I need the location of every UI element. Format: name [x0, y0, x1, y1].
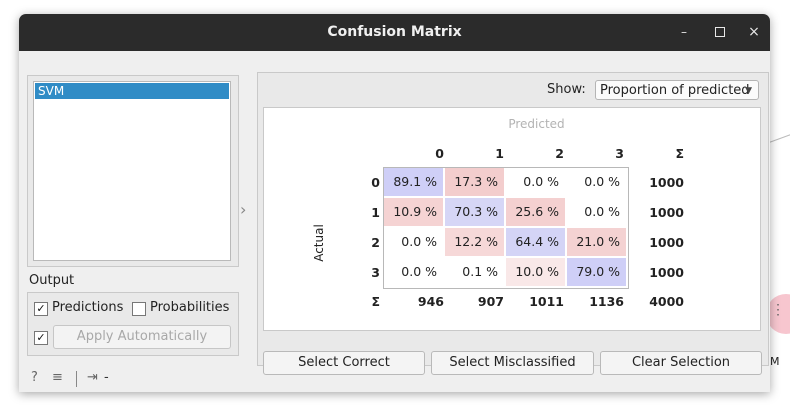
output-frame: ✓ Predictions Probabilities ✓ Apply Auto…: [27, 292, 239, 356]
maximize-button[interactable]: [711, 23, 729, 41]
matrix-cell[interactable]: 79.0 %: [567, 258, 626, 286]
background-node-icon: ⋮⋮: [771, 302, 790, 318]
matrix-cell[interactable]: 12.2 %: [445, 228, 504, 256]
status-bar: ? ≡ ⇥ -: [19, 370, 770, 390]
matrix-cell[interactable]: 0.0 %: [567, 198, 626, 226]
matrix-cell[interactable]: 70.3 %: [445, 198, 504, 226]
predictions-label[interactable]: Predictions: [52, 300, 123, 315]
column-sum: 1011: [529, 294, 564, 309]
learner-item-svm[interactable]: SVM: [35, 83, 229, 99]
row-header: 3: [371, 265, 380, 280]
output-title: Output: [29, 273, 75, 288]
row-sum: 1000: [649, 205, 684, 220]
matrix-cell[interactable]: 17.3 %: [445, 168, 504, 196]
column-sum: 1136: [589, 294, 624, 309]
close-button[interactable]: ×: [745, 23, 763, 41]
column-sum: 907: [477, 294, 504, 309]
grand-total: 4000: [649, 294, 684, 309]
row-sum-header: Σ: [371, 294, 380, 309]
matrix-cell[interactable]: 0.1 %: [445, 258, 504, 286]
matrix-cell[interactable]: 10.9 %: [384, 198, 443, 226]
show-dropdown-value: Proportion of predicted: [600, 83, 750, 98]
maximize-icon: [715, 27, 725, 37]
matrix-cell[interactable]: 21.0 %: [567, 228, 626, 256]
actual-axis-label: Actual: [312, 224, 326, 262]
matrix-panel: Show: Proportion of predicted ▼ Predicte…: [257, 72, 769, 375]
matrix-cell[interactable]: 25.6 %: [506, 198, 565, 226]
collapse-arrow-icon[interactable]: ›: [240, 200, 246, 219]
footer-separator: [76, 371, 77, 387]
row-header: 1: [371, 205, 380, 220]
confusion-matrix-table: Predicted Actual 0 1 2 3 Σ 0 1 2 3 Σ 89.…: [263, 107, 761, 331]
column-sum: 946: [417, 294, 444, 309]
column-header: 1: [495, 146, 504, 161]
output-summary: -: [104, 370, 109, 385]
minimize-button[interactable]: –: [675, 23, 693, 41]
matrix-cell[interactable]: 64.4 %: [506, 228, 565, 256]
matrix-cell[interactable]: 0.0 %: [384, 258, 443, 286]
matrix-cell[interactable]: 0.0 %: [384, 228, 443, 256]
predictions-checkbox[interactable]: ✓: [34, 302, 48, 316]
matrix-cell[interactable]: 10.0 %: [506, 258, 565, 286]
show-label: Show:: [547, 82, 586, 97]
row-sum: 1000: [649, 175, 684, 190]
titlebar: Confusion Matrix – ×: [19, 14, 770, 51]
row-header: 2: [371, 235, 380, 250]
column-header: 0: [435, 146, 444, 161]
confusion-matrix-window: Confusion Matrix – × SVM Output ✓ Predic…: [19, 14, 770, 392]
row-header: 0: [371, 175, 380, 190]
apply-automatically-button[interactable]: Apply Automatically: [53, 325, 231, 349]
background-node-label: M: [770, 355, 780, 368]
show-dropdown[interactable]: Proportion of predicted ▼: [595, 80, 759, 100]
chevron-down-icon: ▼: [745, 86, 752, 96]
help-icon[interactable]: ?: [31, 370, 38, 385]
row-sum: 1000: [649, 235, 684, 250]
auto-apply-checkbox[interactable]: ✓: [34, 331, 48, 345]
column-header: 2: [555, 146, 564, 161]
output-icon: ⇥: [87, 370, 98, 385]
matrix-cell[interactable]: 0.0 %: [567, 168, 626, 196]
row-sum: 1000: [649, 265, 684, 280]
matrix-cell[interactable]: 89.1 %: [384, 168, 443, 196]
report-icon[interactable]: ≡: [52, 370, 63, 385]
matrix-cell[interactable]: 0.0 %: [506, 168, 565, 196]
column-sum-header: Σ: [675, 146, 684, 161]
learners-list[interactable]: SVM: [33, 81, 231, 261]
probabilities-label[interactable]: Probabilities: [150, 300, 229, 315]
background-link-line: [768, 133, 790, 144]
learners-panel: SVM: [27, 75, 239, 267]
column-header: 3: [615, 146, 624, 161]
window-title: Confusion Matrix: [327, 24, 462, 40]
predicted-axis-label: Predicted: [508, 117, 565, 131]
probabilities-checkbox[interactable]: [132, 302, 146, 316]
output-section: Output ✓ Predictions Probabilities ✓ App…: [27, 271, 239, 356]
